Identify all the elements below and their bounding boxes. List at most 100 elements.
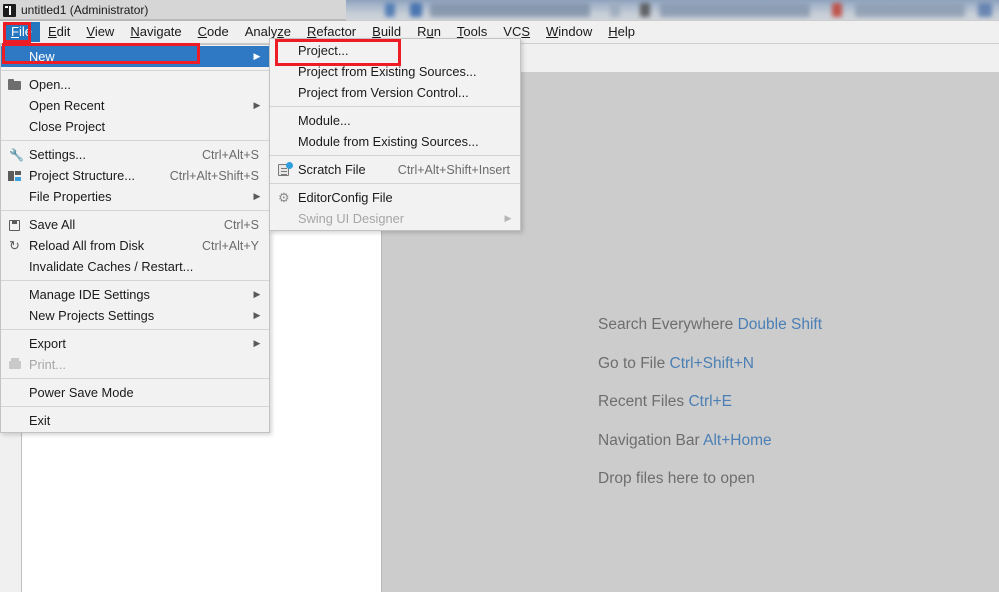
menu-separator (270, 155, 520, 156)
menu-item-editorconfig-file[interactable]: ⚙ EditorConfig File (270, 187, 520, 208)
folder-icon (7, 77, 23, 93)
mnemonic-letter: S (521, 24, 531, 39)
menu-item-label: Swing UI Designer (298, 211, 404, 226)
menu-item-export[interactable]: Export ▶ (1, 333, 269, 354)
menu-item-settings[interactable]: 🔧 Settings... Ctrl+Alt+S (1, 144, 269, 165)
menu-item-label: Open... (29, 77, 71, 92)
menu-item-label: Project... (298, 43, 349, 58)
menu-separator (1, 140, 269, 141)
menu-item-label: Print... (29, 357, 66, 372)
reload-icon: ↻ (9, 237, 20, 253)
menu-item-new-projects-settings[interactable]: New Projects Settings ▶ (1, 305, 269, 326)
window-title: untitled1 (Administrator) (21, 3, 149, 17)
menu-item-module-from-existing-sources[interactable]: Module from Existing Sources... (270, 131, 520, 152)
menu-item-label: New (29, 49, 55, 64)
menubar-item-window[interactable]: Window (538, 22, 600, 42)
new-submenu-popup[interactable]: Project... Project from Existing Sources.… (269, 38, 521, 231)
welcome-hint-shortcut: Ctrl+Shift+N (669, 354, 754, 372)
print-icon (7, 357, 23, 373)
menu-item-invalidate-caches-restart[interactable]: Invalidate Caches / Restart... (1, 256, 269, 277)
menu-separator (270, 106, 520, 107)
menubar-item-edit[interactable]: Edit (40, 22, 78, 42)
wrench-icon: 🔧 (9, 147, 24, 162)
menu-item-save-all[interactable]: Save All Ctrl+S (1, 214, 269, 235)
menu-separator (1, 280, 269, 281)
menu-item-icon-placeholder (276, 211, 292, 227)
menu-separator (1, 70, 269, 71)
menu-item-open[interactable]: Open... (1, 74, 269, 95)
titlebar-divider (0, 19, 346, 21)
menu-item-icon-placeholder (7, 413, 23, 429)
menu-item-icon-placeholder (276, 113, 292, 129)
mnemonic-letter: W (546, 24, 559, 39)
menubar-item-code[interactable]: Code (190, 22, 237, 42)
gear-icon: ⚙ (278, 189, 290, 205)
menu-item-shortcut: Ctrl+Alt+Shift+Insert (397, 162, 510, 177)
welcome-hints: Search Everywhere Double Shift Go to File… (598, 317, 822, 487)
menu-item-icon-placeholder (7, 259, 23, 275)
menu-item-label: Project from Version Control... (298, 85, 469, 100)
welcome-hint-label: Drop files here to open (598, 470, 755, 487)
menu-item-icon-placeholder (276, 134, 292, 150)
menubar-item-help[interactable]: Help (600, 22, 643, 42)
submenu-arrow-icon: ▶ (253, 191, 261, 201)
menu-item-icon-placeholder (7, 287, 23, 303)
welcome-hint: Navigation Bar Alt+Home (598, 431, 822, 449)
menu-item-reload-all-from-disk[interactable]: ↻ Reload All from Disk Ctrl+Alt+Y (1, 235, 269, 256)
menu-item-label: Exit (29, 413, 51, 428)
menu-item-power-save-mode[interactable]: Power Save Mode (1, 382, 269, 403)
mnemonic-letter: R (307, 24, 317, 39)
menu-item-file-properties[interactable]: File Properties ▶ (1, 186, 269, 207)
menu-item-print: Print... (1, 354, 269, 375)
menu-item-shortcut: Ctrl+S (223, 217, 259, 232)
submenu-arrow-icon: ▶ (253, 289, 261, 299)
menu-item-label: File Properties (29, 189, 112, 204)
mnemonic-letter: V (86, 24, 95, 39)
submenu-arrow-icon: ▶ (253, 100, 261, 110)
menu-item-label: Save All (29, 217, 76, 232)
file-menu-popup[interactable]: New ▶ Open... Open Recent ▶ Close Project 🔧 Set… (0, 44, 270, 433)
welcome-hint: Recent Files Ctrl+E (598, 394, 822, 410)
scratch-file-icon (276, 161, 293, 178)
menu-item-icon-placeholder (7, 119, 23, 135)
menu-item-manage-ide-settings[interactable]: Manage IDE Settings ▶ (1, 284, 269, 305)
menubar-item-file[interactable]: File (3, 22, 40, 42)
project-structure-icon (7, 168, 23, 184)
welcome-hint-label: Search Everywhere (598, 316, 734, 333)
mnemonic-letter: C (197, 24, 208, 39)
welcome-hint-label: Navigation Bar (598, 431, 700, 449)
menu-item-icon-placeholder (7, 308, 23, 324)
mnemonic-letter: u (426, 24, 434, 39)
mnemonic-letter: B (372, 24, 381, 39)
menu-item-project-from-existing-sources[interactable]: Project from Existing Sources... (270, 61, 520, 82)
welcome-hint: Go to File Ctrl+Shift+N (598, 354, 822, 372)
menu-item-label: Settings... (29, 147, 86, 162)
mnemonic-letter: H (608, 24, 618, 39)
menu-item-scratch-file[interactable]: Scratch File Ctrl+Alt+Shift+Insert (270, 159, 520, 180)
submenu-arrow-icon: ▶ (253, 310, 261, 320)
menu-item-label: Project from Existing Sources... (298, 64, 477, 79)
submenu-arrow-icon: ▶ (253, 51, 261, 61)
menu-separator (1, 210, 269, 211)
menu-item-project-from-version-control[interactable]: Project from Version Control... (270, 82, 520, 103)
menu-item-project[interactable]: Project... (270, 40, 520, 61)
menu-item-icon-placeholder (276, 85, 292, 101)
welcome-hint-shortcut: Ctrl+E (688, 393, 732, 410)
menu-item-close-project[interactable]: Close Project (1, 116, 269, 137)
mnemonic-letter: E (47, 24, 57, 39)
menubar-item-view[interactable]: View (78, 22, 122, 42)
menu-item-project-structure[interactable]: Project Structure... Ctrl+Alt+Shift+S (1, 165, 269, 186)
menu-item-open-recent[interactable]: Open Recent ▶ (1, 95, 269, 116)
menu-item-label: Project Structure... (29, 168, 135, 183)
menubar-item-navigate[interactable]: Navigate (122, 22, 189, 42)
mnemonic-letter: N (130, 24, 140, 39)
welcome-hint-shortcut: Alt+Home (703, 431, 772, 449)
menu-separator (1, 378, 269, 379)
menu-item-new[interactable]: New ▶ (1, 46, 269, 67)
menu-item-label: Open Recent (29, 98, 105, 113)
mnemonic-letter: F (11, 24, 19, 39)
menu-item-exit[interactable]: Exit (1, 410, 269, 431)
menu-item-label: Power Save Mode (29, 385, 134, 400)
menu-separator (1, 329, 269, 330)
menu-item-module[interactable]: Module... (270, 110, 520, 131)
